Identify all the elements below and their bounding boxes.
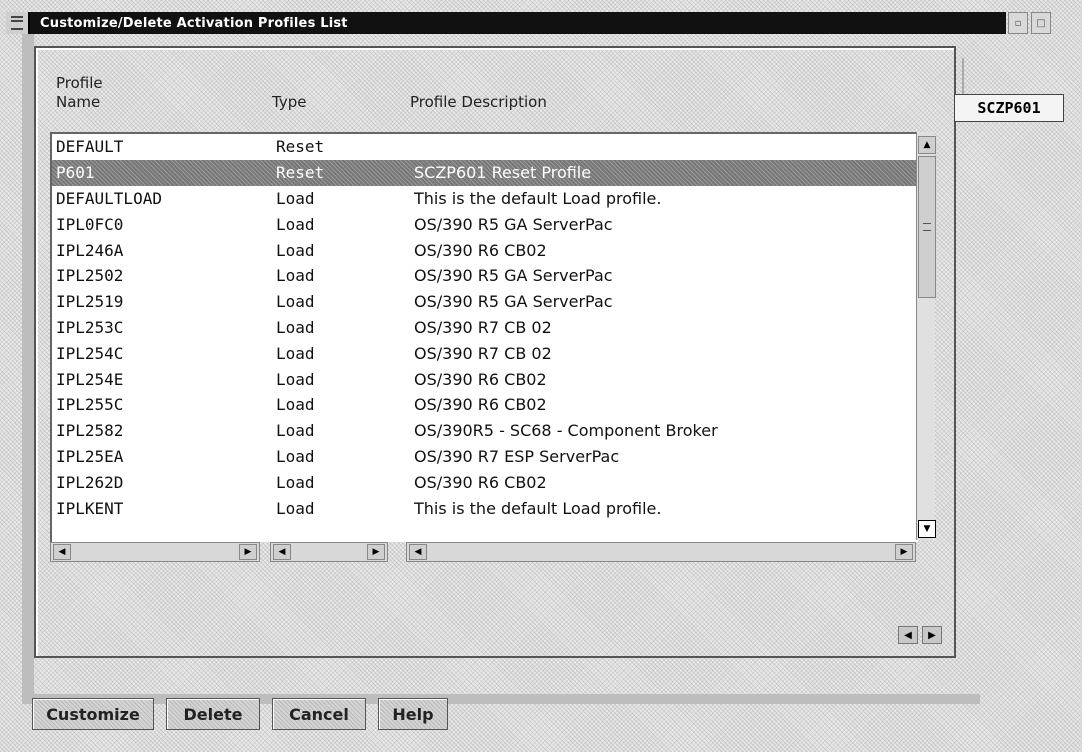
arrow-left-icon[interactable]: ◀ [898,626,918,644]
profile-description: OS/390 R7 CB 02 [414,343,552,363]
side-rail [962,58,974,94]
profile-type: Load [276,446,315,466]
profile-type: Load [276,317,315,337]
column-header-profile: Profile [56,74,103,92]
profile-type: Reset [276,163,325,183]
profile-name: IPL262D [56,472,124,492]
profile-description: OS/390 R5 GA ServerPac [414,214,613,234]
profile-name: P601 [56,163,95,183]
profile-description: OS/390 R5 GA ServerPac [414,292,613,312]
profile-description: OS/390 R6 CB02 [414,240,547,260]
maximize-icon[interactable]: □ [1031,12,1051,34]
system-name-label: SCZP601 [954,94,1064,122]
list-item[interactable]: DEFAULTLOAD Load This is the default Load … [52,186,918,212]
list-item[interactable]: IPL0FC0 Load OS/390 R5 GA ServerPac [52,211,918,237]
profile-description: SCZP601 Reset Profile [414,163,592,183]
arrow-right-icon[interactable]: ▶ [922,626,942,644]
profile-type: Load [276,498,315,518]
column-header-type: Type [272,93,307,111]
profiles-listbox[interactable]: DEFAULT Reset P601 Reset SCZP601 Reset Profi… [50,132,918,542]
page-nav-buttons: ◀ ▶ [898,626,942,644]
list-item[interactable]: P601 Reset SCZP601 Reset Profile [52,159,918,186]
profile-name: IPL254E [56,369,124,389]
name-column-scrollbar[interactable]: ◀ ▶ [50,542,260,562]
profile-name: IPL253C [56,317,124,337]
profile-type: Load [276,266,315,286]
profile-type: Load [276,472,315,492]
profile-name: IPL255C [56,395,124,415]
profile-name: IPL2519 [56,292,124,312]
window-controls: ▫ □ [1008,12,1051,34]
list-item[interactable]: IPL2519 Load OS/390 R5 GA ServerPac [52,289,918,315]
profile-type: Load [276,421,315,441]
profile-name: DEFAULTLOAD [56,188,162,208]
list-item[interactable]: IPL254E Load OS/390 R6 CB02 [52,366,918,392]
arrow-left-icon[interactable]: ◀ [409,544,427,560]
profile-type: Load [276,240,315,260]
button-row: Customize Delete Cancel Help [32,698,448,730]
type-column-scrollbar[interactable]: ◀ ▶ [270,542,388,562]
profile-description: OS/390 R6 CB02 [414,395,547,415]
list-item[interactable]: IPL2582 Load OS/390R5 - SC68 - Component B… [52,418,918,444]
customize-button[interactable]: Customize [32,698,154,730]
profile-name: IPL246A [56,240,124,260]
profile-name: IPL2502 [56,266,124,286]
list-item[interactable]: IPL246A Load OS/390 R6 CB02 [52,237,918,263]
arrow-left-icon[interactable]: ◀ [53,544,71,560]
profile-name: IPLKENT [56,498,124,518]
list-item[interactable]: IPL25EA Load OS/390 R7 ESP ServerPac [52,444,918,470]
arrow-right-icon[interactable]: ▶ [367,544,385,560]
profile-name: IPL2582 [56,421,124,441]
profile-description: OS/390 R7 CB 02 [414,317,552,337]
profile-name: IPL25EA [56,446,124,466]
title-bar[interactable]: Customize/Delete Activation Profiles Lis… [6,12,1006,34]
profile-type: Load [276,214,315,234]
scroll-thumb[interactable] [918,156,936,298]
list-item[interactable]: IPL254C Load OS/390 R7 CB 02 [52,340,918,366]
profile-description: This is the default Load profile. [414,188,662,208]
window-title: Customize/Delete Activation Profiles Lis… [40,15,348,31]
arrow-right-icon[interactable]: ▶ [239,544,257,560]
list-item[interactable]: IPL2502 Load OS/390 R5 GA ServerPac [52,263,918,289]
list-item[interactable]: IPL255C Load OS/390 R6 CB02 [52,392,918,418]
description-column-scrollbar[interactable]: ◀ ▶ [406,542,916,562]
vertical-scrollbar[interactable]: ▲ ▼ [916,132,936,540]
profile-description: OS/390 R6 CB02 [414,369,547,389]
profile-description: This is the default Load profile. [414,498,662,518]
list-item[interactable]: IPL262D Load OS/390 R6 CB02 [52,469,918,495]
profile-name: DEFAULT [56,137,124,157]
profile-type: Load [276,369,315,389]
profile-description: OS/390 R5 GA ServerPac [414,266,613,286]
minimize-icon[interactable]: ▫ [1008,12,1028,34]
list-item[interactable]: IPL253C Load OS/390 R7 CB 02 [52,315,918,341]
cancel-button[interactable]: Cancel [272,698,366,730]
profile-type: Load [276,188,315,208]
profile-description: OS/390 R7 ESP ServerPac [414,446,620,466]
column-header-name: Name [56,93,101,111]
help-button[interactable]: Help [378,698,448,730]
profile-type: Load [276,395,315,415]
arrow-right-icon[interactable]: ▶ [895,544,913,560]
arrow-up-icon[interactable]: ▲ [918,136,936,154]
delete-button[interactable]: Delete [166,698,260,730]
column-header-description: Profile Description [410,93,547,111]
profile-type: Load [276,343,315,363]
list-item[interactable]: DEFAULT Reset [52,134,918,160]
profile-type: Load [276,292,315,312]
arrow-down-icon[interactable]: ▼ [918,520,936,538]
profile-description: OS/390 R6 CB02 [414,472,547,492]
system-menu-icon[interactable] [6,12,30,34]
profile-name: IPL254C [56,343,124,363]
profile-name: IPL0FC0 [56,214,124,234]
list-item[interactable]: IPLKENT Load This is the default Load prof… [52,495,918,521]
profile-type: Reset [276,137,325,157]
arrow-left-icon[interactable]: ◀ [273,544,291,560]
profile-description: OS/390R5 - SC68 - Component Broker [414,421,718,441]
